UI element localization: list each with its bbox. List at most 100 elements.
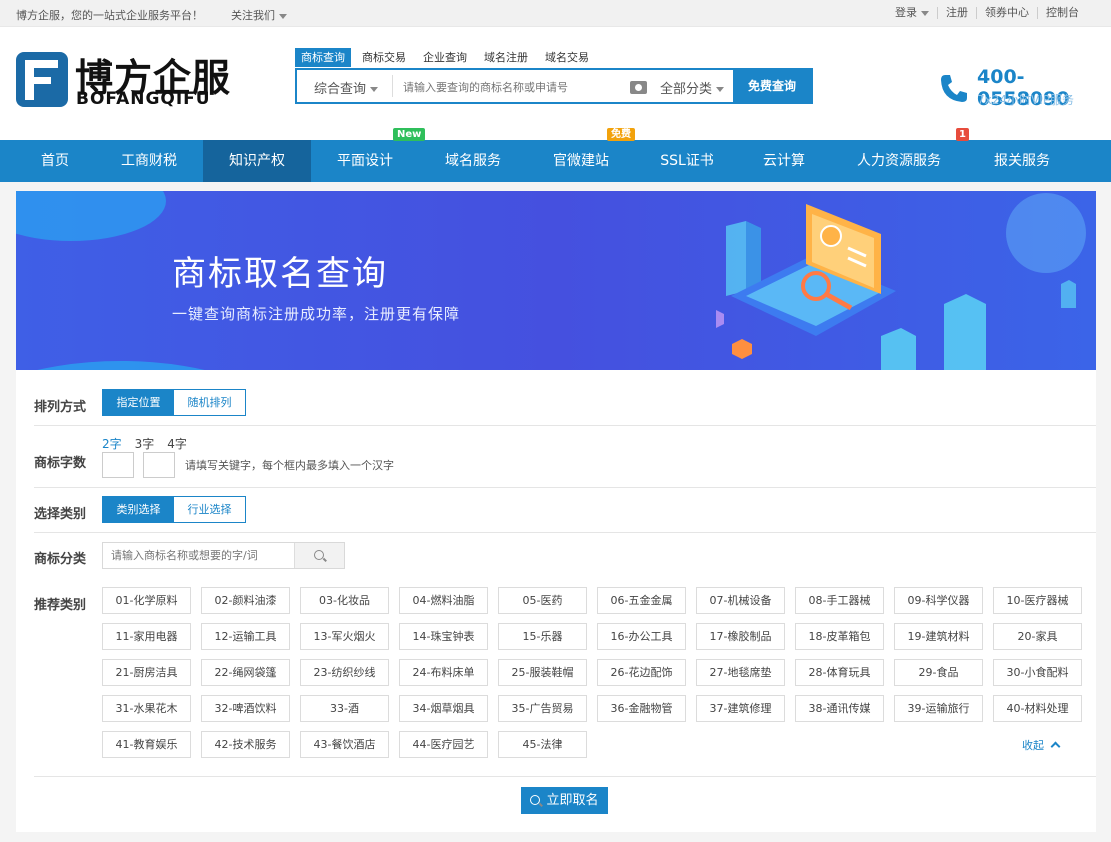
category-option[interactable]: 23-纺织纱线 (300, 659, 389, 686)
banner-title: 商标取名查询 (172, 254, 388, 294)
search-icon (314, 550, 324, 560)
category-option[interactable]: 43-餐饮酒店 (300, 731, 389, 758)
category-option[interactable]: 22-绳网袋篷 (201, 659, 290, 686)
category-option[interactable]: 41-教育娱乐 (102, 731, 191, 758)
length-3-tab[interactable]: 3字 (135, 435, 155, 452)
category-option[interactable]: 01-化学原料 (102, 587, 191, 614)
sort-random-button[interactable]: 随机排列 (174, 390, 245, 415)
category-option[interactable]: 06-五金金属 (597, 587, 686, 614)
category-option[interactable]: 35-广告贸易 (498, 695, 587, 722)
tab-trademark-search[interactable]: 商标查询 (295, 48, 351, 67)
tab-domain-register[interactable]: 域名注册 (478, 48, 534, 67)
nav-ssl[interactable]: SSL证书 (645, 140, 729, 182)
phone-icon (938, 72, 970, 112)
category-option[interactable]: 17-橡胶制品 (696, 623, 785, 650)
divider (34, 487, 1096, 488)
nav-customs[interactable]: 报关服务 (981, 140, 1063, 182)
search-scope-select[interactable]: 综合查询 (314, 78, 379, 97)
length-label: 商标字数 (34, 456, 87, 471)
category-option[interactable]: 44-医疗园艺 (399, 731, 488, 758)
category-option[interactable]: 20-家具 (993, 623, 1082, 650)
welcome-text: 博方企服，您的一站式企业服务平台！ (16, 9, 203, 22)
category-option[interactable]: 13-军火烟火 (300, 623, 389, 650)
sort-label: 排列方式 (34, 400, 87, 415)
login-link[interactable]: 登录 (887, 7, 937, 19)
divider (34, 532, 1096, 533)
category-option[interactable]: 42-技术服务 (201, 731, 290, 758)
nav-ip[interactable]: 知识产权 (203, 140, 311, 182)
length-hint: 请填写关键字，每个框内最多填入一个汉字 (185, 459, 394, 472)
category-option[interactable]: 12-运输工具 (201, 623, 290, 650)
coupon-center-link[interactable]: 领券中心 (976, 7, 1037, 19)
generate-name-button[interactable]: 立即取名 (521, 787, 608, 814)
tab-domain-trade[interactable]: 域名交易 (539, 48, 595, 67)
category-option[interactable]: 33-酒 (300, 695, 389, 722)
free-search-button[interactable]: 免费查询 (733, 70, 811, 102)
category-option[interactable]: 07-机械设备 (696, 587, 785, 614)
classify-input[interactable] (111, 549, 286, 562)
divider (392, 75, 393, 97)
category-option[interactable]: 37-建筑修理 (696, 695, 785, 722)
length-2-tab[interactable]: 2字 (102, 435, 122, 452)
category-option[interactable]: 15-乐器 (498, 623, 587, 650)
nav-business-tax[interactable]: 工商财税 (108, 140, 190, 182)
collapse-button[interactable]: 收起 (1022, 737, 1060, 753)
logo-icon[interactable] (16, 52, 68, 107)
category-option[interactable]: 14-珠宝钟表 (399, 623, 488, 650)
category-option[interactable]: 05-医药 (498, 587, 587, 614)
nav-domain-service[interactable]: 域名服务 (431, 140, 515, 182)
classify-search-button[interactable] (294, 543, 344, 568)
category-option[interactable]: 16-办公工具 (597, 623, 686, 650)
nav-cloud[interactable]: 云计算 (753, 140, 815, 182)
nav-website-build[interactable]: 官微建站 (539, 140, 623, 182)
category-option[interactable]: 11-家用电器 (102, 623, 191, 650)
camera-icon[interactable] (630, 81, 647, 94)
category-option[interactable]: 38-通讯传媒 (795, 695, 884, 722)
console-link[interactable]: 控制台 (1037, 7, 1087, 19)
char-input-1[interactable] (102, 452, 134, 478)
category-option[interactable]: 19-建筑材料 (894, 623, 983, 650)
register-link[interactable]: 注册 (937, 7, 976, 19)
category-option[interactable]: 30-小食配料 (993, 659, 1082, 686)
category-option[interactable]: 27-地毯席垫 (696, 659, 785, 686)
category-select[interactable]: 全部分类 (660, 78, 725, 97)
tab-trademark-trade[interactable]: 商标交易 (356, 48, 412, 67)
category-option[interactable]: 03-化妆品 (300, 587, 389, 614)
nav-hr-service[interactable]: 人力资源服务 (843, 140, 955, 182)
category-option[interactable]: 31-水果花木 (102, 695, 191, 722)
category-option[interactable]: 24-布料床单 (399, 659, 488, 686)
category-option[interactable]: 18-皮革箱包 (795, 623, 884, 650)
category-option[interactable]: 34-烟草烟具 (399, 695, 488, 722)
sort-fixed-button[interactable]: 指定位置 (103, 390, 174, 415)
category-option[interactable]: 36-金融物管 (597, 695, 686, 722)
classify-label: 商标分类 (34, 552, 87, 567)
category-option[interactable]: 26-花边配饰 (597, 659, 686, 686)
search-box: 综合查询 全部分类 免费查询 (295, 68, 813, 104)
top-links: 登录 注册 领券中心 控制台 (887, 7, 1087, 19)
class-select-button[interactable]: 类别选择 (103, 497, 174, 522)
nav-home[interactable]: 首页 (26, 140, 84, 182)
sort-toggle: 指定位置 随机排列 (102, 389, 246, 416)
follow-us-label: 关注我们 (231, 9, 275, 22)
category-option[interactable]: 45-法律 (498, 731, 587, 758)
search-input[interactable] (403, 79, 618, 95)
tab-company-search[interactable]: 企业查询 (417, 48, 473, 67)
category-option[interactable]: 32-啤酒饮料 (201, 695, 290, 722)
category-option[interactable]: 08-手工器械 (795, 587, 884, 614)
category-option[interactable]: 10-医疗器械 (993, 587, 1082, 614)
char-input-2[interactable] (143, 452, 175, 478)
nav-graphic-design[interactable]: 平面设计 (323, 140, 407, 182)
category-option[interactable]: 39-运输旅行 (894, 695, 983, 722)
category-option[interactable]: 25-服装鞋帽 (498, 659, 587, 686)
length-4-tab[interactable]: 4字 (167, 435, 187, 452)
category-option[interactable]: 02-颜料油漆 (201, 587, 290, 614)
category-option[interactable]: 40-材料处理 (993, 695, 1082, 722)
category-option[interactable]: 21-厨房洁具 (102, 659, 191, 686)
category-option[interactable]: 09-科学仪器 (894, 587, 983, 614)
category-option[interactable]: 28-体育玩具 (795, 659, 884, 686)
new-badge: New (393, 128, 426, 141)
follow-us-dropdown[interactable]: 关注我们 (231, 7, 287, 23)
category-option[interactable]: 29-食品 (894, 659, 983, 686)
industry-select-button[interactable]: 行业选择 (174, 497, 245, 522)
category-option[interactable]: 04-燃料油脂 (399, 587, 488, 614)
